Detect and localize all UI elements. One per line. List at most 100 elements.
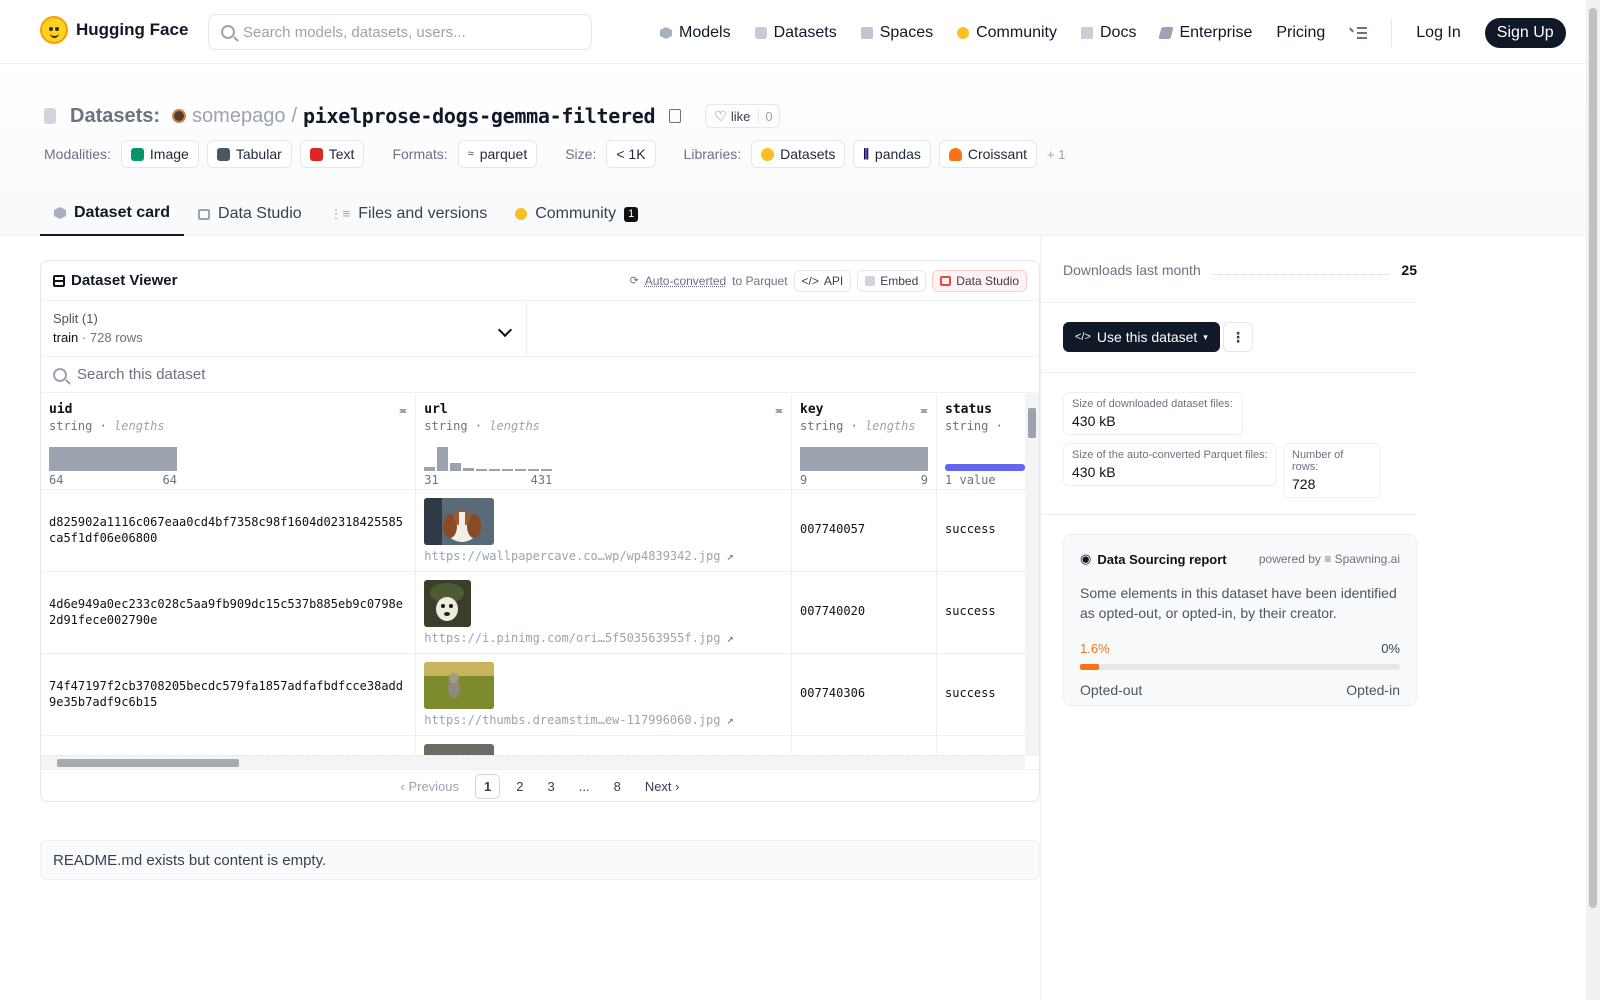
use-this-dataset-button[interactable]: </> Use this dataset ▾ bbox=[1063, 322, 1220, 352]
histogram-bar[interactable] bbox=[489, 469, 501, 471]
cell-url[interactable]: https://wallpapercave.co…wp/wp4839342.jp… bbox=[415, 489, 793, 572]
tag-size[interactable]: < 1K bbox=[606, 140, 656, 168]
cell-key[interactable] bbox=[791, 735, 938, 756]
column-header-url[interactable]: url string · lengths 31 431 bbox=[415, 394, 793, 490]
tab-dataset-card[interactable]: Dataset card bbox=[40, 192, 185, 236]
cell-uid[interactable]: d825902a1116c067eaa0cd4bf7358c98f1604d02… bbox=[41, 489, 417, 572]
cell-url[interactable] bbox=[415, 735, 793, 756]
histogram-bar[interactable] bbox=[450, 463, 462, 471]
cell-status[interactable]: success bbox=[936, 571, 1039, 654]
embed-button[interactable]: Embed bbox=[857, 269, 927, 292]
dataset-search-input[interactable] bbox=[77, 366, 477, 383]
nav-more-menu[interactable] bbox=[1349, 27, 1368, 39]
cell-status[interactable]: success bbox=[936, 489, 1039, 572]
page-scrollbar[interactable] bbox=[1586, 0, 1600, 1000]
more-options-button[interactable]: ⋮ bbox=[1223, 322, 1253, 352]
cell-url[interactable]: https://i.pinimg.com/ori…5f503563955f.jp… bbox=[415, 571, 793, 654]
external-link-icon[interactable]: ↗ bbox=[727, 631, 734, 645]
histogram-bar[interactable] bbox=[463, 468, 475, 471]
cell-uid[interactable]: 74f47197f2cb3708205becdc579fa1857adfafbd… bbox=[41, 653, 417, 736]
tag-modality-tabular[interactable]: Tabular bbox=[206, 140, 292, 168]
page-button[interactable]: 8 bbox=[606, 775, 629, 798]
owner-avatar[interactable] bbox=[172, 109, 187, 123]
histogram-bar[interactable] bbox=[437, 447, 449, 471]
histogram-bar[interactable] bbox=[800, 447, 929, 471]
table-row[interactable]: 74f47197f2cb3708205becdc579fa1857adfafbd… bbox=[41, 653, 1039, 736]
cell-key[interactable]: 007740020 bbox=[791, 571, 938, 654]
dog-thumbnail-image[interactable] bbox=[424, 497, 495, 545]
tag-modality-image[interactable]: Image bbox=[120, 140, 199, 168]
tag-format-parquet[interactable]: ≈ parquet bbox=[457, 140, 538, 168]
previous-page-button[interactable]: ‹ Previous bbox=[393, 775, 468, 798]
url-text[interactable]: https://wallpapercave.co…wp/wp4839342.jp… bbox=[424, 549, 720, 563]
tag-library-datasets[interactable]: Datasets bbox=[751, 140, 846, 168]
tab-community[interactable]: Community 1 bbox=[501, 192, 652, 236]
login-link[interactable]: Log In bbox=[1416, 24, 1460, 42]
table-row[interactable] bbox=[41, 735, 1039, 756]
nav-docs[interactable]: Docs bbox=[1081, 24, 1136, 42]
histogram-bar[interactable] bbox=[541, 469, 553, 471]
table-row[interactable]: d825902a1116c067eaa0cd4bf7358c98f1604d02… bbox=[41, 489, 1039, 572]
nav-community[interactable]: Community bbox=[957, 24, 1057, 42]
histogram-bar[interactable] bbox=[424, 467, 436, 471]
split-selector[interactable]: Split (1) train · 728 rows bbox=[41, 301, 527, 356]
cell-status[interactable]: success bbox=[936, 653, 1039, 736]
tag-library-croissant[interactable]: Croissant bbox=[938, 140, 1037, 168]
url-text[interactable]: https://i.pinimg.com/ori…5f503563955f.jp… bbox=[424, 631, 720, 645]
global-search[interactable] bbox=[208, 14, 592, 50]
histogram-bar[interactable] bbox=[515, 469, 527, 471]
powered-by-name[interactable]: Spawning.ai bbox=[1335, 552, 1400, 566]
nav-models[interactable]: Models bbox=[660, 24, 731, 42]
cell-key[interactable]: 007740057 bbox=[791, 489, 938, 572]
cell-uid[interactable]: 4d6e949a0ec233c028c5aa9fb909dc15c537b885… bbox=[41, 571, 417, 654]
histogram-bar[interactable] bbox=[476, 469, 488, 471]
cell-uid[interactable] bbox=[41, 735, 417, 756]
api-button[interactable]: </> API bbox=[793, 269, 852, 292]
histogram-bar[interactable] bbox=[502, 469, 514, 471]
histogram-bar[interactable] bbox=[528, 469, 540, 471]
url-text[interactable]: https://thumbs.dreamstim…ew-117996060.jp… bbox=[424, 713, 720, 727]
tab-files-and-versions[interactable]: ⋮≡ Files and versions bbox=[316, 192, 502, 236]
dog-thumbnail-image[interactable] bbox=[424, 661, 495, 709]
histogram-bar[interactable] bbox=[945, 464, 1026, 471]
nav-links: Models Datasets Spaces Community Docs En… bbox=[660, 18, 1566, 48]
like-button[interactable]: ♡ like 0 bbox=[705, 104, 780, 128]
cell-url[interactable]: https://thumbs.dreamstim…ew-117996060.jp… bbox=[415, 653, 793, 736]
sort-icon[interactable] bbox=[920, 405, 929, 417]
nav-datasets[interactable]: Datasets bbox=[754, 24, 837, 42]
table-row[interactable]: 4d6e949a0ec233c028c5aa9fb909dc15c537b885… bbox=[41, 571, 1039, 654]
column-header-status[interactable]: status string · 1 value bbox=[936, 394, 1039, 490]
column-header-uid[interactable]: uid string · lengths 64 64 bbox=[41, 394, 417, 490]
external-link-icon[interactable]: ↗ bbox=[727, 713, 734, 727]
owner-link[interactable]: somepago bbox=[192, 105, 285, 128]
page-button[interactable]: 1 bbox=[475, 774, 501, 799]
more-libraries[interactable]: + 1 bbox=[1047, 147, 1065, 162]
sort-icon[interactable] bbox=[399, 405, 408, 417]
copy-icon[interactable] bbox=[669, 109, 682, 123]
brand-logo[interactable]: Hugging Face bbox=[40, 16, 188, 44]
global-search-input[interactable] bbox=[243, 23, 563, 41]
next-page-button[interactable]: Next › bbox=[637, 775, 688, 798]
external-link-icon[interactable]: ↗ bbox=[727, 549, 734, 563]
tab-data-studio[interactable]: Data Studio bbox=[184, 192, 316, 236]
data-studio-button[interactable]: Data Studio bbox=[932, 269, 1027, 292]
page-button[interactable]: 3 bbox=[540, 775, 563, 798]
dataset-name[interactable]: pixelprose-dogs-gemma-filtered bbox=[303, 104, 656, 128]
dataset-search[interactable] bbox=[41, 357, 1039, 393]
tag-library-pandas[interactable]: ⫼ pandas bbox=[853, 140, 931, 168]
nav-spaces[interactable]: Spaces bbox=[860, 24, 933, 42]
sort-icon[interactable] bbox=[775, 405, 784, 417]
column-header-key[interactable]: key string · lengths 99 bbox=[791, 394, 938, 490]
page-button[interactable]: 2 bbox=[508, 775, 531, 798]
histogram-bar[interactable] bbox=[49, 447, 177, 471]
dog-thumbnail-image[interactable] bbox=[424, 579, 472, 627]
table-horizontal-scrollbar[interactable] bbox=[41, 755, 1025, 769]
table-vertical-scrollbar[interactable] bbox=[1025, 394, 1039, 756]
nav-pricing[interactable]: Pricing bbox=[1276, 24, 1325, 42]
cell-key[interactable]: 007740306 bbox=[791, 653, 938, 736]
cell-status[interactable] bbox=[936, 735, 1039, 756]
auto-converted-link[interactable]: Auto-converted bbox=[645, 274, 726, 288]
tag-modality-text[interactable]: Text bbox=[299, 140, 365, 168]
signup-button[interactable]: Sign Up bbox=[1484, 18, 1566, 48]
nav-enterprise[interactable]: Enterprise bbox=[1158, 24, 1252, 42]
